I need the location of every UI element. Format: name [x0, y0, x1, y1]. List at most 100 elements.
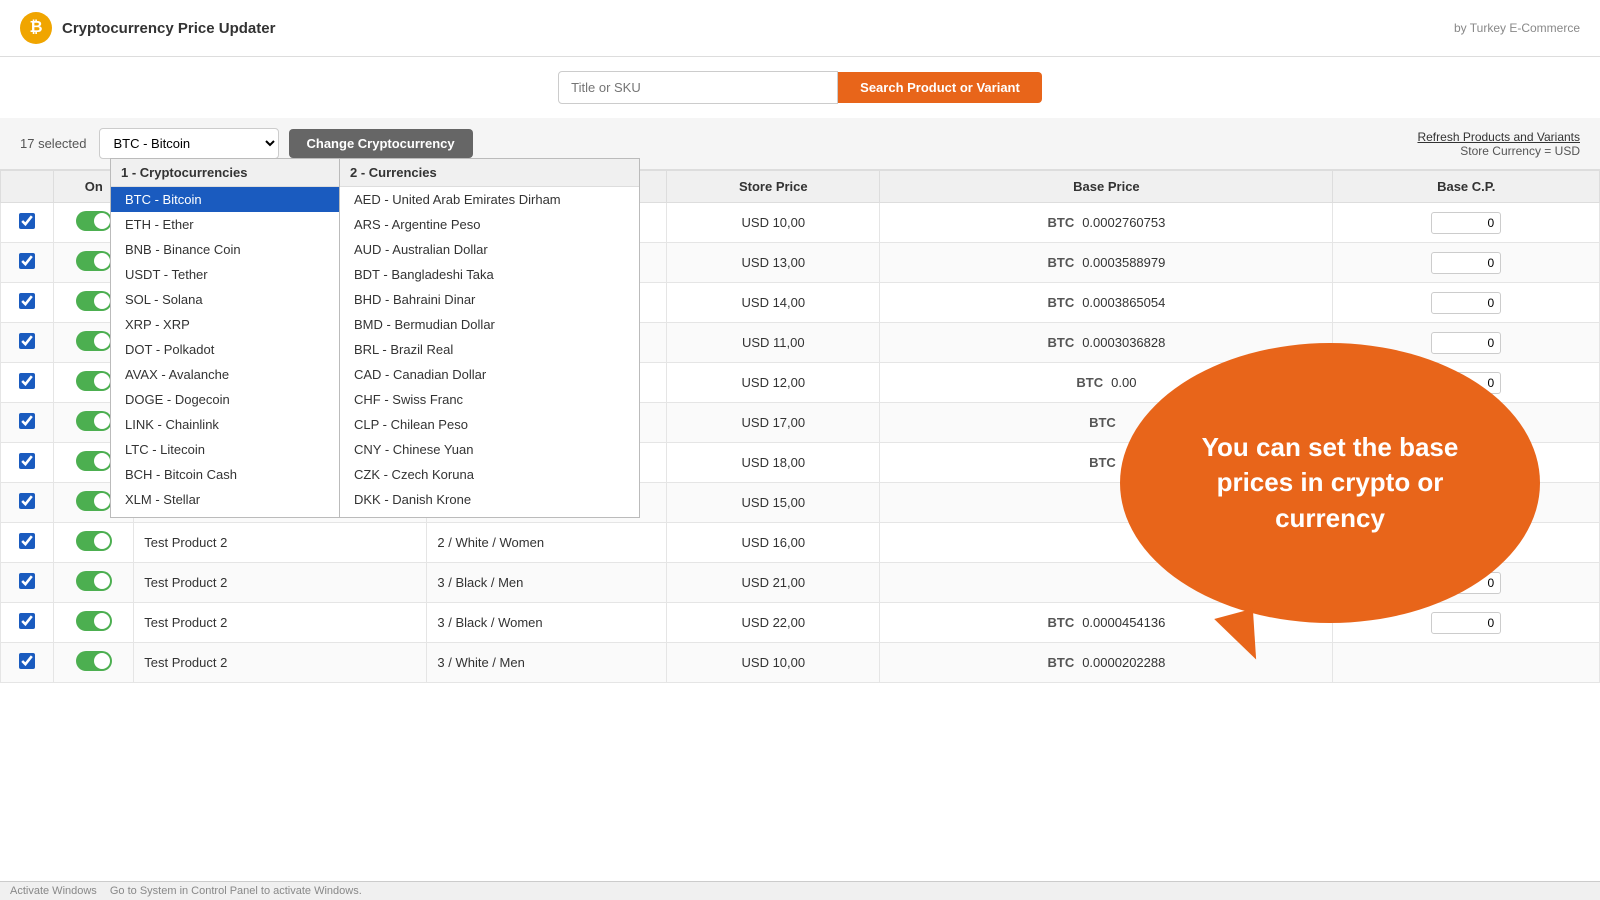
- row-sku: 3 / White / Men: [427, 643, 667, 683]
- col-checkbox: [1, 171, 54, 203]
- row-toggle[interactable]: [76, 251, 112, 271]
- dropdown-crypto-item[interactable]: DOT - Polkadot: [111, 337, 339, 362]
- dropdown-currency-item[interactable]: BMD - Bermudian Dollar: [340, 312, 639, 337]
- app-title: Cryptocurrency Price Updater: [62, 20, 275, 37]
- dropdown-crypto-item[interactable]: ETH - Ether: [111, 212, 339, 237]
- row-store-price: USD 11,00: [667, 323, 880, 363]
- row-checkbox[interactable]: [19, 613, 35, 629]
- selected-count: 17 selected: [20, 136, 87, 151]
- row-store-price: USD 14,00: [667, 283, 880, 323]
- base-price-value: 0.00: [1111, 375, 1136, 390]
- windows-activate-bar: Activate Windows Go to System in Control…: [0, 881, 1600, 900]
- promo-bubble-text: You can set the base prices in crypto or…: [1160, 430, 1500, 535]
- row-toggle[interactable]: [76, 651, 112, 671]
- activate-windows-label: Activate Windows: [10, 885, 97, 897]
- row-toggle[interactable]: [76, 451, 112, 471]
- base-price-value: 0.0003588979: [1082, 255, 1165, 270]
- dropdown-currency-item[interactable]: CNY - Chinese Yuan: [340, 437, 639, 462]
- dropdown-currency-item[interactable]: BRL - Brazil Real: [340, 337, 639, 362]
- refresh-area: Refresh Products and Variants Store Curr…: [1417, 129, 1580, 158]
- base-currency: BTC: [1089, 455, 1116, 470]
- dropdown-crypto-item[interactable]: USDT - Tether: [111, 262, 339, 287]
- base-price-value: 0.0000202288: [1082, 655, 1165, 670]
- row-checkbox[interactable]: [19, 253, 35, 269]
- base-price-value: 0.0003865054: [1082, 295, 1165, 310]
- base-cp-input[interactable]: [1431, 252, 1501, 274]
- row-base-price: BTC 0.0003588979: [880, 243, 1333, 283]
- row-checkbox[interactable]: [19, 213, 35, 229]
- row-store-price: USD 22,00: [667, 603, 880, 643]
- row-toggle[interactable]: [76, 531, 112, 551]
- row-checkbox[interactable]: [19, 493, 35, 509]
- row-variant: Test Product 2: [134, 643, 427, 683]
- dropdown-currency-item[interactable]: ARS - Argentine Peso: [340, 212, 639, 237]
- dropdown-currency-item[interactable]: CLP - Chilean Peso: [340, 412, 639, 437]
- dropdown-currency-item[interactable]: BDT - Bangladeshi Taka: [340, 262, 639, 287]
- row-base-price: BTC0.0002760753: [880, 203, 1333, 243]
- dropdown-crypto-item[interactable]: XLM - Stellar: [111, 487, 339, 512]
- row-toggle[interactable]: [76, 491, 112, 511]
- change-crypto-button[interactable]: Change Cryptocurrency: [289, 129, 473, 158]
- row-toggle[interactable]: [76, 571, 112, 591]
- toolbar: 17 selected BTC - Bitcoin ETH - Ether Ch…: [0, 118, 1600, 170]
- dropdown-currency-item[interactable]: CZK - Czech Koruna: [340, 462, 639, 487]
- app-byline: by Turkey E-Commerce: [1454, 21, 1580, 35]
- row-variant: Test Product 2: [134, 603, 427, 643]
- row-store-price: USD 10,00: [667, 203, 880, 243]
- row-base-cp: [1333, 243, 1600, 283]
- row-store-price: USD 18,00: [667, 443, 880, 483]
- row-checkbox[interactable]: [19, 653, 35, 669]
- row-toggle[interactable]: [76, 371, 112, 391]
- app-header: ₿ Cryptocurrency Price Updater by Turkey…: [0, 0, 1600, 57]
- base-currency: BTC: [1047, 335, 1074, 350]
- search-input[interactable]: [558, 71, 838, 104]
- row-toggle[interactable]: [76, 411, 112, 431]
- dropdown-crypto-item[interactable]: XRP - XRP: [111, 312, 339, 337]
- col-store-price: Store Price: [667, 171, 880, 203]
- row-toggle[interactable]: [76, 331, 112, 351]
- base-cp-input[interactable]: [1431, 612, 1501, 634]
- dropdown-crypto-item[interactable]: LINK - Chainlink: [111, 412, 339, 437]
- row-checkbox[interactable]: [19, 533, 35, 549]
- base-currency: BTC: [1047, 255, 1074, 270]
- row-sku: 3 / Black / Men: [427, 563, 667, 603]
- dropdown-crypto-item[interactable]: BCH - Bitcoin Cash: [111, 462, 339, 487]
- base-cp-input[interactable]: [1431, 332, 1501, 354]
- dropdown-currency-item[interactable]: DKK - Danish Krone: [340, 487, 639, 512]
- base-cp-input[interactable]: [1431, 292, 1501, 314]
- refresh-link[interactable]: Refresh Products and Variants: [1417, 130, 1580, 144]
- dropdown-currency-item[interactable]: EUR - Euro: [340, 512, 639, 518]
- dropdown-crypto-item[interactable]: ETC - Ethereum Classic: [111, 512, 339, 518]
- row-toggle[interactable]: [76, 211, 112, 231]
- row-store-price: USD 10,00: [667, 643, 880, 683]
- dropdown-crypto-item[interactable]: SOL - Solana: [111, 287, 339, 312]
- dropdown-crypto-item[interactable]: LTC - Litecoin: [111, 437, 339, 462]
- dropdown-currency-item[interactable]: BHD - Bahraini Dinar: [340, 287, 639, 312]
- row-base-cp: [1333, 643, 1600, 683]
- dropdown-currency-item[interactable]: AED - United Arab Emirates Dirham: [340, 187, 639, 212]
- row-store-price: USD 13,00: [667, 243, 880, 283]
- dropdown-crypto-item[interactable]: AVAX - Avalanche: [111, 362, 339, 387]
- dropdown-currency-item[interactable]: AUD - Australian Dollar: [340, 237, 639, 262]
- row-checkbox[interactable]: [19, 573, 35, 589]
- row-checkbox[interactable]: [19, 373, 35, 389]
- dropdown-currency-item[interactable]: CHF - Swiss Franc: [340, 387, 639, 412]
- base-cp-input[interactable]: [1431, 212, 1501, 234]
- row-checkbox[interactable]: [19, 413, 35, 429]
- base-currency: BTC: [1047, 615, 1074, 630]
- row-checkbox[interactable]: [19, 293, 35, 309]
- dropdown-crypto-item[interactable]: DOGE - Dogecoin: [111, 387, 339, 412]
- promo-bubble: You can set the base prices in crypto or…: [1120, 343, 1540, 623]
- base-currency: BTC: [1047, 655, 1074, 670]
- search-button[interactable]: Search Product or Variant: [838, 72, 1042, 103]
- dropdown-crypto-item[interactable]: BTC - Bitcoin: [111, 187, 339, 212]
- row-toggle[interactable]: [76, 291, 112, 311]
- crypto-select[interactable]: BTC - Bitcoin ETH - Ether: [99, 128, 279, 159]
- col-base-cp: Base C.P.: [1333, 171, 1600, 203]
- row-toggle[interactable]: [76, 611, 112, 631]
- row-checkbox[interactable]: [19, 453, 35, 469]
- currency-list-panel: 2 - Currencies AED - United Arab Emirate…: [340, 158, 640, 518]
- dropdown-crypto-item[interactable]: BNB - Binance Coin: [111, 237, 339, 262]
- dropdown-currency-item[interactable]: CAD - Canadian Dollar: [340, 362, 639, 387]
- row-checkbox[interactable]: [19, 333, 35, 349]
